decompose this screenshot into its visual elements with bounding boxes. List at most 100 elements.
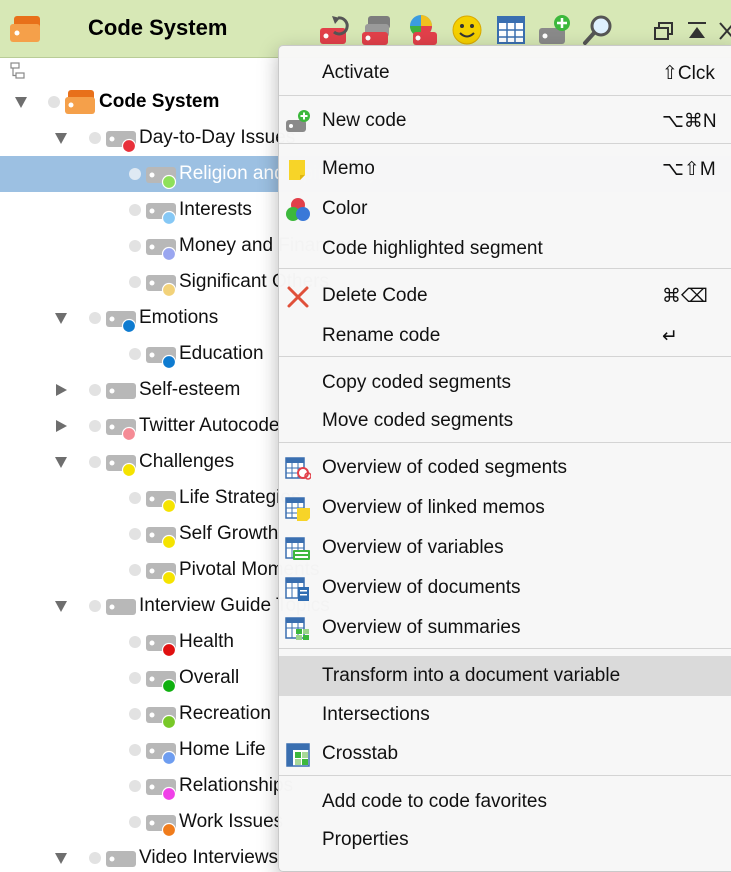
- undock-icon[interactable]: [652, 20, 676, 42]
- memo-item[interactable]: Memo ⌥⇧M: [279, 149, 731, 189]
- intersections-item[interactable]: Intersections: [279, 695, 731, 735]
- color-item[interactable]: Color: [279, 189, 731, 229]
- code-label: Self-esteem: [139, 379, 241, 400]
- collapse-icon[interactable]: [685, 20, 709, 42]
- visibility-dot[interactable]: [89, 852, 101, 864]
- close-icon[interactable]: [717, 20, 731, 42]
- collapsed-triangle-icon[interactable]: [54, 419, 68, 433]
- visibility-dot[interactable]: [129, 636, 141, 648]
- visibility-dot[interactable]: [129, 528, 141, 540]
- code-tag-icon: [145, 811, 177, 838]
- code-tag-icon: [145, 487, 177, 514]
- delete-icon: [285, 284, 311, 310]
- code-set-icon[interactable]: [362, 14, 396, 46]
- visibility-dot[interactable]: [89, 456, 101, 468]
- overview-variables-item[interactable]: Overview of variables: [279, 528, 731, 568]
- rename-code-item[interactable]: Rename code ↵: [279, 316, 731, 356]
- visibility-dot[interactable]: [89, 384, 101, 396]
- code-label: Education: [179, 343, 264, 364]
- visibility-dot[interactable]: [129, 816, 141, 828]
- tree-structure-icon[interactable]: [10, 62, 26, 85]
- code-label: Self Growth: [179, 523, 279, 544]
- visibility-dot[interactable]: [129, 276, 141, 288]
- code-tag-icon: [105, 379, 137, 403]
- crosstab-item[interactable]: Crosstab: [279, 734, 731, 774]
- code-tag-icon: [145, 271, 177, 298]
- menu-item-shortcut: ⇧Clck: [662, 63, 715, 84]
- code-highlighted-segment-item[interactable]: Code highlighted segment: [279, 229, 731, 269]
- visibility-dot[interactable]: [129, 240, 141, 252]
- menu-item-label: Copy coded segments: [322, 372, 512, 393]
- visibility-dot[interactable]: [89, 420, 101, 432]
- visibility-dot[interactable]: [129, 708, 141, 720]
- visibility-dot[interactable]: [129, 492, 141, 504]
- visibility-dot[interactable]: [89, 600, 101, 612]
- code-colors-icon[interactable]: [405, 14, 439, 46]
- add-to-favorites-item[interactable]: Add code to code favorites: [279, 782, 731, 822]
- code-tag-icon: [145, 739, 177, 766]
- visibility-dot[interactable]: [129, 780, 141, 792]
- menu-item-label: Activate: [322, 62, 390, 83]
- menu-item-label: Add code to code favorites: [322, 791, 547, 812]
- menu-item-shortcut: ⌥⌘N: [662, 111, 717, 132]
- import-codes-icon[interactable]: [318, 14, 352, 46]
- menu-item-label: Overview of linked memos: [322, 497, 545, 518]
- overview-summaries-item[interactable]: Overview of summaries: [279, 608, 731, 648]
- crosstab-icon: [285, 742, 311, 768]
- new-code-icon[interactable]: [538, 14, 572, 46]
- visibility-dot[interactable]: [89, 312, 101, 324]
- overview-documents-item[interactable]: Overview of documents: [279, 568, 731, 608]
- menu-item-label: Color: [322, 198, 368, 219]
- visibility-dot[interactable]: [129, 564, 141, 576]
- visibility-dot[interactable]: [48, 96, 60, 108]
- menu-item-label: Overview of variables: [322, 537, 504, 558]
- transform-document-variable-item[interactable]: Transform into a document variable: [279, 656, 731, 696]
- expanded-triangle-icon[interactable]: [54, 311, 68, 325]
- expanded-triangle-icon[interactable]: [54, 455, 68, 469]
- code-tag-icon: [145, 343, 177, 370]
- new-code-item[interactable]: New code ⌥⌘N: [279, 101, 731, 141]
- code-tag-icon: [105, 127, 137, 154]
- visibility-dot[interactable]: [129, 348, 141, 360]
- code-tag-icon: [105, 415, 137, 442]
- smiley-icon[interactable]: [451, 14, 485, 46]
- visibility-dot[interactable]: [129, 744, 141, 756]
- menu-item-shortcut: ↵: [662, 326, 678, 347]
- menu-item-label: Crosstab: [322, 743, 399, 764]
- overview-linked-memos-item[interactable]: Overview of linked memos: [279, 488, 731, 528]
- expanded-triangle-icon[interactable]: [54, 131, 68, 145]
- visibility-dot[interactable]: [129, 672, 141, 684]
- move-coded-segments-item[interactable]: Move coded segments: [279, 401, 731, 441]
- properties-item[interactable]: Properties: [279, 820, 731, 860]
- menu-item-shortcut: ⌥⇧M: [662, 159, 716, 180]
- code-tag-icon: [145, 235, 177, 262]
- new-code-icon: [285, 109, 311, 135]
- menu-item-label: Overview of coded segments: [322, 457, 568, 478]
- visibility-dot[interactable]: [129, 168, 141, 180]
- menu-item-label: Intersections: [322, 704, 430, 725]
- menu-item-label: Memo: [322, 158, 375, 179]
- grid-icon[interactable]: [495, 14, 529, 46]
- color-icon: [285, 197, 311, 223]
- delete-code-item[interactable]: Delete Code ⌘⌫: [279, 276, 731, 316]
- overview-coded-segments-icon: [285, 456, 312, 482]
- visibility-dot[interactable]: [129, 204, 141, 216]
- code-system-app-icon: [10, 14, 46, 49]
- code-tag-icon: [145, 775, 177, 802]
- code-tag-icon: [145, 667, 177, 694]
- activate-item[interactable]: Activate ⇧Clck: [279, 53, 731, 93]
- menu-item-label: Properties: [322, 829, 409, 850]
- code-label: Day-to-Day Issues: [139, 127, 296, 148]
- overview-coded-segments-item[interactable]: Overview of coded segments: [279, 448, 731, 488]
- copy-coded-segments-item[interactable]: Copy coded segments: [279, 363, 731, 403]
- menu-separator: [279, 442, 731, 443]
- collapsed-triangle-icon[interactable]: [54, 383, 68, 397]
- code-tag-icon: [145, 523, 177, 550]
- expanded-triangle-icon[interactable]: [54, 599, 68, 613]
- search-icon[interactable]: [582, 14, 616, 46]
- expanded-triangle-icon[interactable]: [54, 851, 68, 865]
- expanded-triangle-icon[interactable]: [14, 95, 28, 109]
- menu-item-shortcut: ⌘⌫: [662, 286, 708, 307]
- code-tag-icon: [105, 595, 137, 619]
- visibility-dot[interactable]: [89, 132, 101, 144]
